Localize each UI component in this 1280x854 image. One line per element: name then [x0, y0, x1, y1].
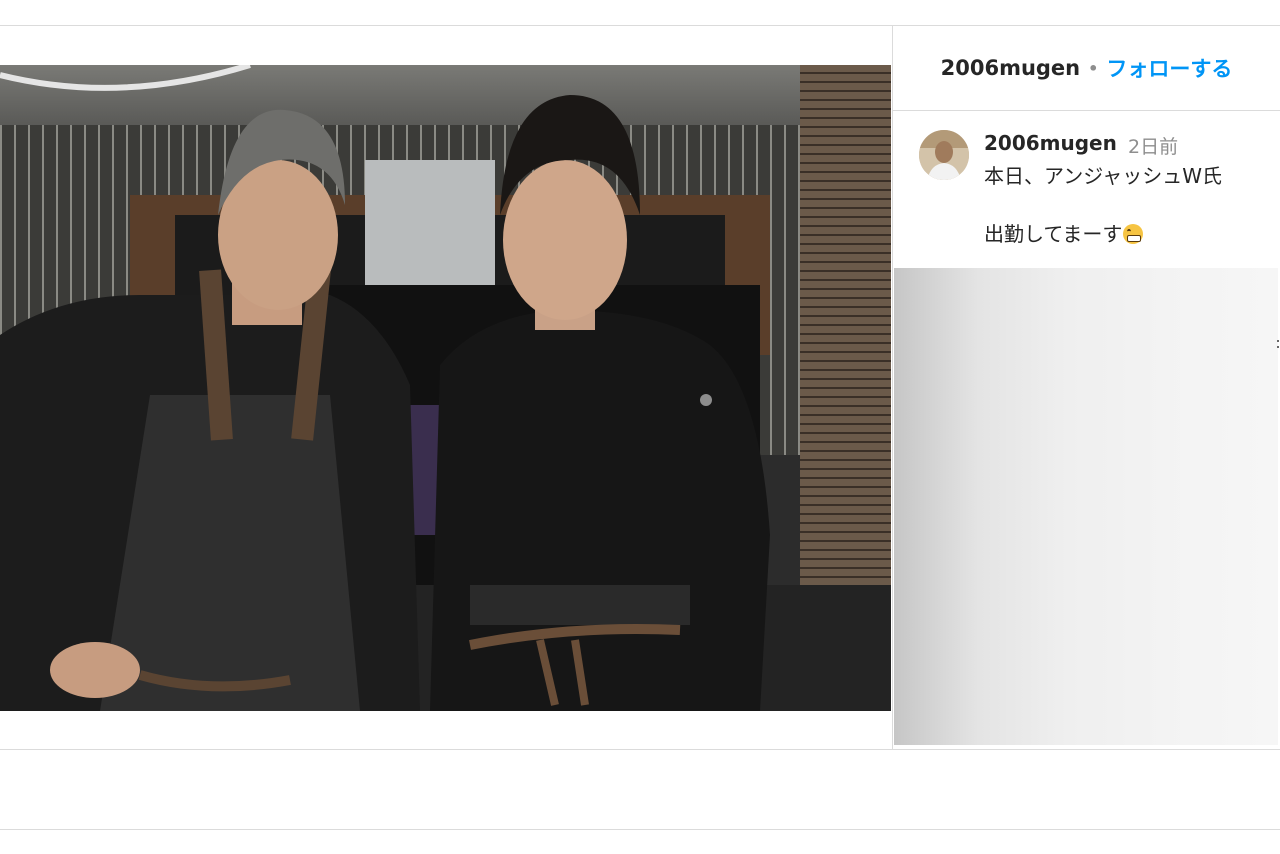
caption-timestamp[interactable]: 2日前	[1128, 132, 1178, 159]
photo-illustration: P	[0, 65, 891, 711]
post-bottom-border	[0, 749, 1280, 750]
page-bottom-border	[0, 829, 1280, 830]
caption-block: 2006mugen 2日前 本日、アンジャッシュW氏 出勤してまーす	[893, 111, 1280, 268]
avatar-image	[919, 130, 969, 180]
caption-username[interactable]: 2006mugen	[984, 131, 1117, 155]
caption-text-line1: 本日、アンジャッシュW氏	[984, 164, 1222, 188]
header-separator: •	[1088, 58, 1099, 78]
caption-text-line2: 出勤してまーす	[984, 218, 1144, 247]
header-username[interactable]: 2006mugen	[941, 56, 1081, 80]
post-header: 2006mugen • フォローする	[893, 26, 1280, 110]
grinning-face-icon	[1123, 224, 1144, 244]
caption-text-line2-text: 出勤してまーす	[984, 222, 1123, 246]
blurred-comments-area	[894, 268, 1278, 745]
post-photo[interactable]: P	[0, 65, 891, 711]
edge-colon-mark	[1276, 338, 1280, 352]
avatar[interactable]	[919, 130, 969, 180]
follow-button[interactable]: フォローする	[1106, 53, 1232, 83]
